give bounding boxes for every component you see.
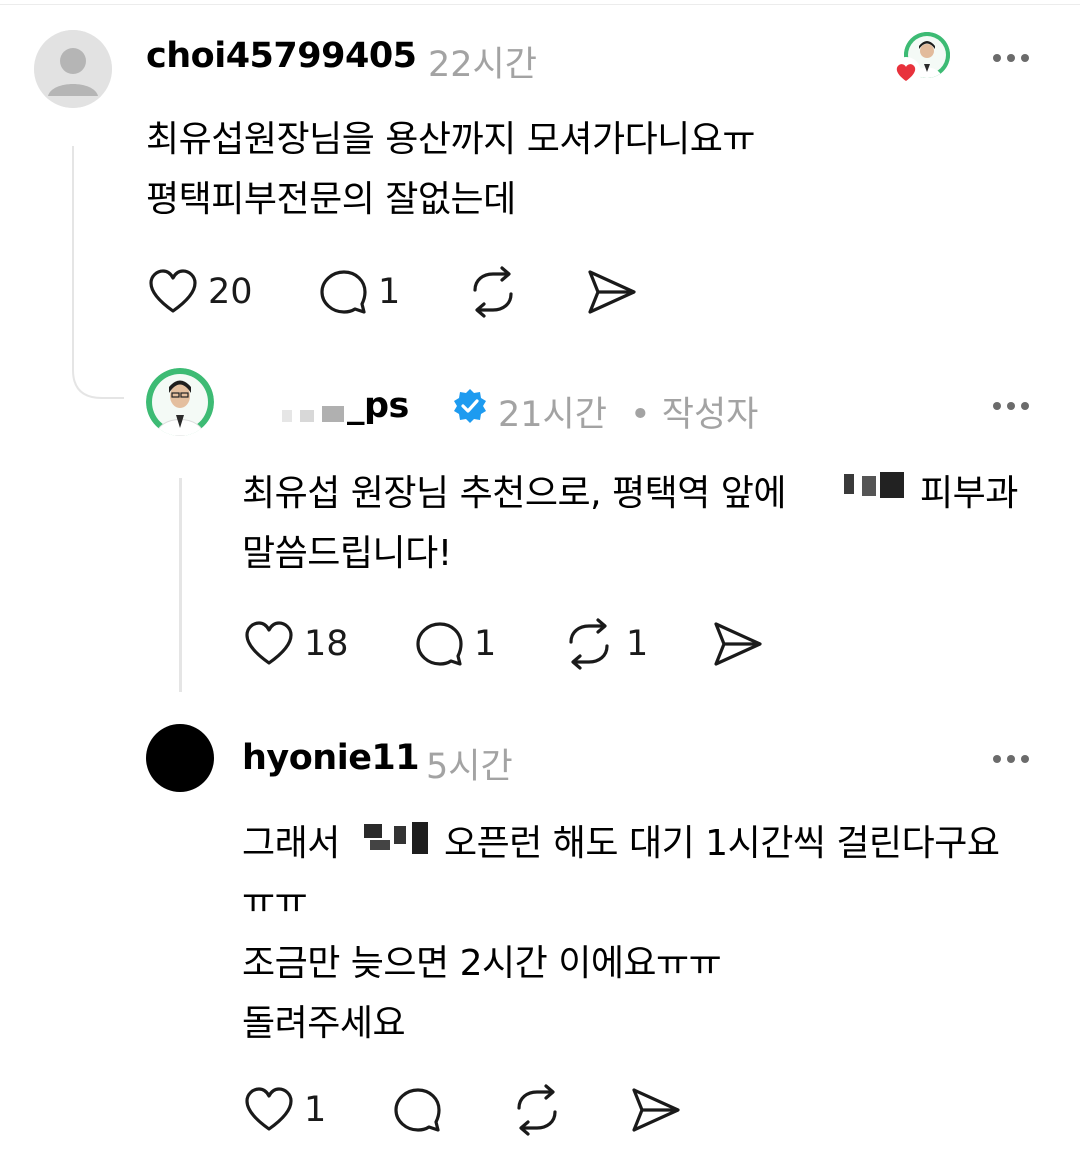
reply-button[interactable]: 1 [414,620,496,668]
comment-icon [416,622,463,666]
timestamp: 5시간 [426,747,513,787]
top-divider [0,4,1080,5]
send-icon [588,270,636,314]
comment-text-line: ㅠㅠ [242,881,308,922]
heart-icon [245,1087,293,1131]
share-button[interactable] [630,1086,682,1134]
comment-text-line: 평택피부전문의 잘없는데 [146,179,516,220]
reply-button[interactable]: 1 [318,268,400,316]
username[interactable]: _ps [347,386,409,426]
verified-badge-icon [454,389,486,423]
like-button[interactable]: 18 [244,620,349,668]
repost-icon [517,1084,557,1136]
avatar-choi[interactable] [34,30,112,108]
timestamp: 22시간 [428,45,537,85]
reply-count: 1 [378,272,401,312]
more-options-button[interactable] [993,400,1033,410]
comment-text-line: 조금만 늦으면 2시간 이에요ㅠㅠ [242,943,722,984]
default-avatar-icon [34,30,112,108]
comment-icon [394,1088,441,1132]
comment-text-line: 말씀드립니다! [242,533,452,574]
repost-button[interactable] [466,266,520,318]
send-icon [714,622,762,666]
reply-button[interactable] [392,1086,442,1134]
comment-text-line: 최유섭원장님을 용산까지 모셔가다니요ㅠ [146,119,756,160]
share-button[interactable] [586,268,638,316]
more-options-button[interactable] [993,753,1033,763]
repost-button[interactable]: 1 [562,618,648,670]
repost-icon [473,266,513,318]
timestamp: 21시간 [498,395,607,435]
like-count: 18 [304,624,349,664]
share-button[interactable] [712,620,764,668]
username-redacted [282,398,348,428]
heart-icon [149,269,197,313]
redacted-name [840,470,910,502]
author-tag: • 작성자 [630,395,759,435]
comment-icon [320,270,367,314]
comment-text-line: 최유섭 원장님 추천으로, 평택역 앞에 [242,473,787,514]
reply-count: 1 [474,624,497,664]
send-icon [632,1088,680,1132]
repost-count: 1 [626,624,649,664]
redacted-name [362,818,434,858]
like-button[interactable]: 1 [244,1086,326,1134]
heart-badge-icon [891,57,921,87]
repost-icon [569,618,609,670]
like-count: 20 [208,272,253,312]
comment-text-line: 피부과 [920,473,1018,514]
like-count: 1 [304,1090,327,1130]
username[interactable]: hyonie11 [242,738,420,778]
avatar-hyonie[interactable] [146,724,214,792]
comment-text-line: 돌려주세요 [242,1003,406,1044]
like-button[interactable]: 20 [148,268,253,316]
more-options-button[interactable] [993,52,1033,62]
comment-text-line: 그래서 [242,823,340,864]
author-liked-badge [890,32,952,88]
comment-text-line: 오픈런 해도 대기 1시간씩 걸린다구요 [444,823,1000,864]
thread-line [72,146,74,366]
avatar-author[interactable] [146,368,214,436]
repost-button[interactable] [510,1084,564,1136]
thread-line [179,478,182,692]
heart-icon [245,621,293,665]
username[interactable]: choi45799405 [146,36,417,76]
thread-curve [72,360,124,399]
